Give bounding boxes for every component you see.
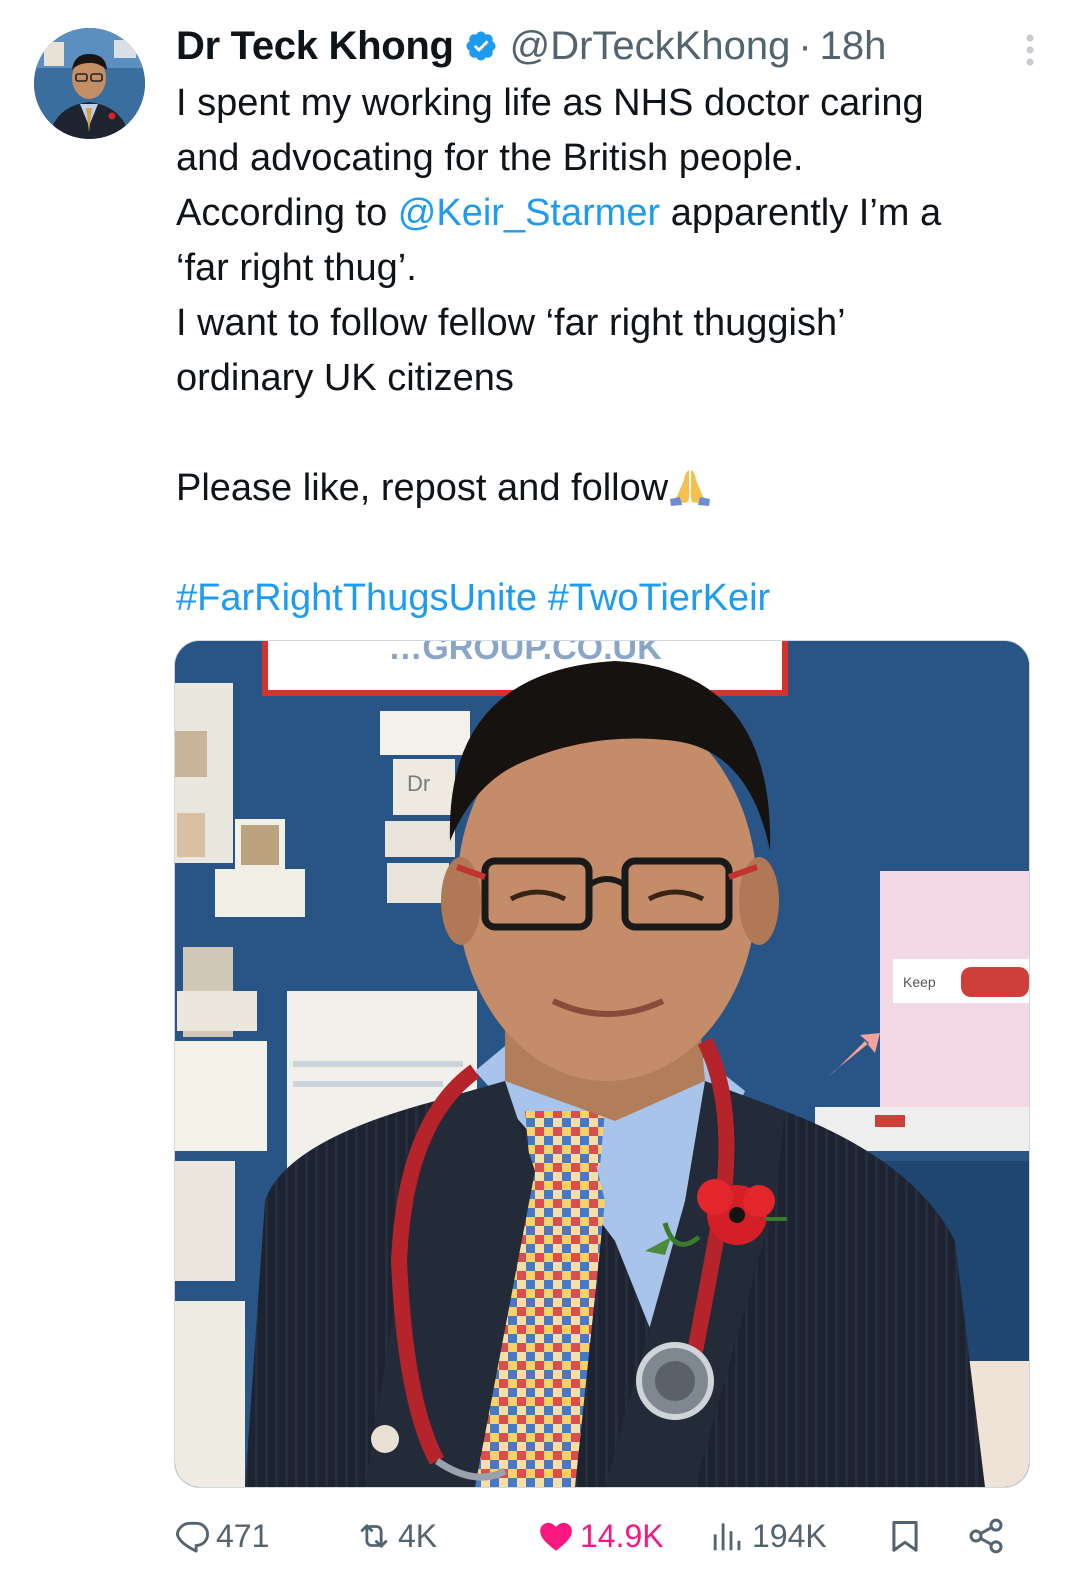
- like-count: 14.9K: [580, 1517, 664, 1554]
- hashtags-line: #FarRightThugsUnite #TwoTierKeir: [176, 571, 1036, 626]
- tweet-line: I spent my working life as NHS doctor ca…: [176, 82, 924, 124]
- tweet-text-segment: According to: [176, 192, 398, 234]
- repost-count: 4K: [398, 1517, 438, 1554]
- share-button[interactable]: [966, 1508, 1010, 1564]
- like-icon: [540, 1522, 572, 1551]
- poster-sign-text: Keep: [903, 974, 936, 990]
- tweet-line: ‘far right thug’.: [176, 247, 417, 289]
- tweet-action-bar: 471 4K 14.9K 194K: [174, 1508, 1034, 1564]
- tweet-text-segment: apparently I’m a: [660, 192, 942, 234]
- bookmark-icon: [892, 1521, 918, 1552]
- tweet-header: Dr Teck Khong @DrTeckKhong · 18h: [176, 22, 1040, 70]
- handle[interactable]: @DrTeckKhong: [510, 24, 791, 69]
- repost-icon: [360, 1524, 388, 1548]
- reply-button[interactable]: 471: [174, 1508, 269, 1564]
- tweet-line: ordinary UK citizens: [176, 357, 514, 399]
- tweet-text-segment: Please like, repost and follow: [176, 467, 669, 509]
- tweet-text: I spent my working life as NHS doctor ca…: [176, 76, 1036, 626]
- folded-hands-icon: [668, 466, 712, 506]
- verified-badge-icon[interactable]: [464, 29, 498, 63]
- more-options-icon[interactable]: [1020, 32, 1040, 68]
- timestamp[interactable]: 18h: [820, 24, 887, 69]
- view-count: 194K: [752, 1517, 827, 1554]
- reply-count: 471: [216, 1517, 270, 1554]
- tweet-line: Please like, repost and follow: [176, 461, 1036, 516]
- like-button[interactable]: 14.9K: [536, 1508, 664, 1564]
- avatar[interactable]: [34, 28, 145, 139]
- reply-icon: [176, 1521, 209, 1553]
- hashtag-link[interactable]: #FarRightThugsUnite: [176, 577, 537, 619]
- mention-link[interactable]: @Keir_Starmer: [398, 192, 660, 234]
- display-name[interactable]: Dr Teck Khong: [176, 24, 454, 69]
- tweet-photo[interactable]: …GROUP.CO.UK Dr Keep: [174, 640, 1030, 1488]
- repost-button[interactable]: 4K: [354, 1508, 437, 1564]
- hashtag-link[interactable]: #TwoTierKeir: [548, 577, 770, 619]
- tweet-line: and advocating for the British people.: [176, 137, 804, 179]
- notice-label: Dr: [407, 771, 430, 796]
- tweet-line: I want to follow fellow ‘far right thugg…: [176, 302, 846, 344]
- views-icon: [713, 1523, 741, 1551]
- bookmark-button[interactable]: [886, 1508, 928, 1564]
- tweet-line: According to @Keir_Starmer apparently I’…: [176, 186, 1036, 241]
- views-button[interactable]: 194K: [708, 1508, 827, 1564]
- share-icon: [969, 1518, 1003, 1554]
- separator-dot: ·: [798, 23, 812, 68]
